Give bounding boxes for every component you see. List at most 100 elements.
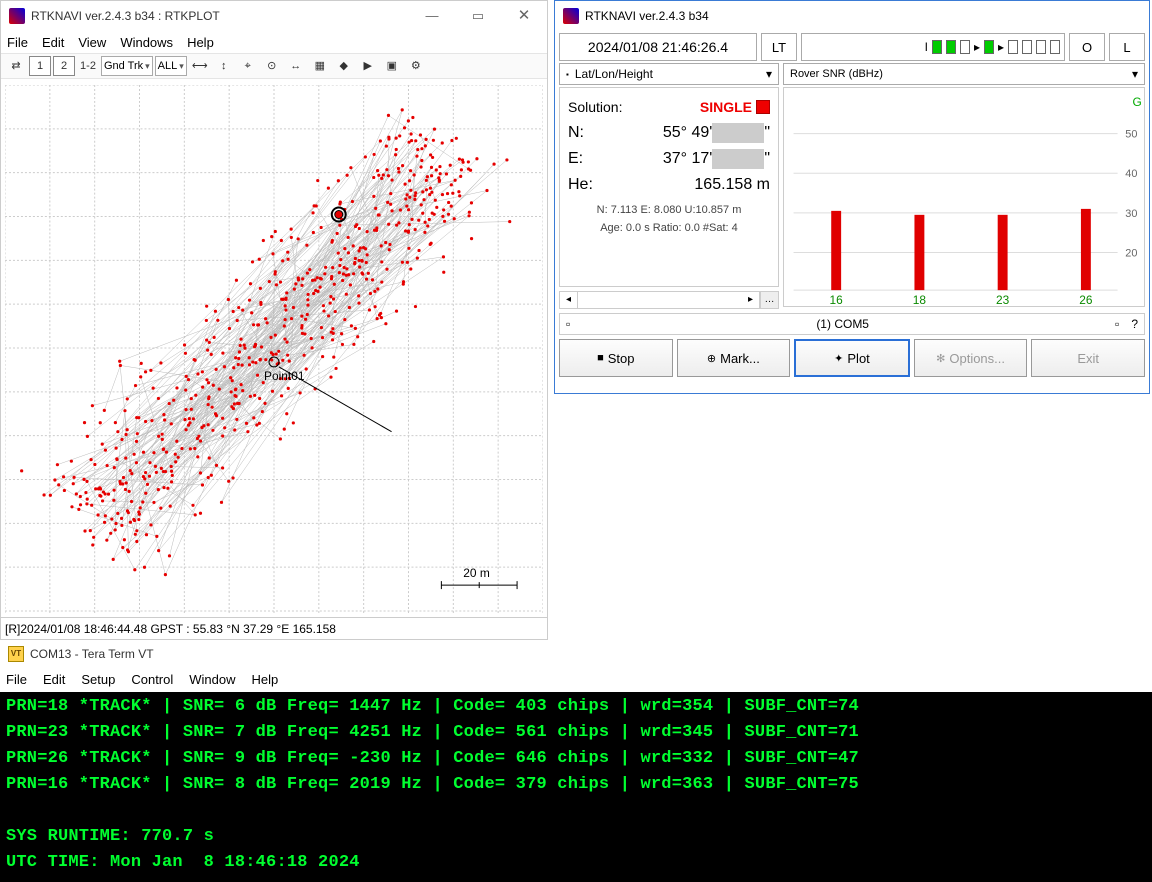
chevron-down-icon: ▾ bbox=[766, 67, 772, 81]
save-button[interactable]: … bbox=[760, 292, 778, 308]
ground-track-plot[interactable]: Point01 20 m bbox=[5, 85, 543, 613]
menu-control[interactable]: Control bbox=[131, 672, 173, 687]
menu-windows[interactable]: Windows bbox=[120, 35, 173, 50]
rtknavi-titlebar[interactable]: RTKNAVI ver.2.4.3 b34 bbox=[555, 1, 1149, 31]
rtkplot-titlebar[interactable]: RTKNAVI ver.2.4.3 b34 : RTKPLOT — ▭ ✕ bbox=[1, 1, 547, 31]
plot-icon: ✦ bbox=[834, 352, 843, 365]
anim-icon[interactable]: ▶ bbox=[357, 56, 379, 76]
connect-button[interactable]: ⇄ bbox=[5, 56, 27, 76]
menu-help[interactable]: Help bbox=[252, 672, 279, 687]
svg-text:Point01: Point01 bbox=[264, 369, 305, 383]
led-icon bbox=[984, 40, 994, 54]
rtkplot-statusbar: [R]2024/01/08 18:46:44.48 GPST : 55.83 °… bbox=[1, 617, 547, 639]
menu-file[interactable]: File bbox=[6, 672, 27, 687]
svg-text:30: 30 bbox=[1125, 208, 1137, 220]
led-icon bbox=[1036, 40, 1046, 54]
monitor-icon[interactable]: ▫ bbox=[1109, 317, 1125, 331]
menu-file[interactable]: File bbox=[7, 35, 28, 50]
snr-chart[interactable]: G 50 40 30 20 16 bbox=[783, 87, 1145, 307]
svg-text:40: 40 bbox=[1125, 168, 1137, 180]
qflag-select[interactable]: ALL▾ bbox=[155, 56, 187, 76]
fix-horiz-icon[interactable]: ↔ bbox=[285, 56, 307, 76]
stream-status[interactable]: I ▸ ▸ bbox=[801, 33, 1065, 61]
led-icon bbox=[960, 40, 970, 54]
menu-edit[interactable]: Edit bbox=[43, 672, 65, 687]
svg-text:50: 50 bbox=[1125, 129, 1137, 141]
options-icon[interactable]: ⚙ bbox=[405, 56, 427, 76]
stop-button[interactable]: ■Stop bbox=[559, 339, 673, 377]
sol12-button[interactable]: 1-2 bbox=[77, 56, 99, 76]
exit-button[interactable]: Exit bbox=[1031, 339, 1145, 377]
menu-help[interactable]: Help bbox=[187, 35, 214, 50]
app-icon bbox=[563, 8, 579, 24]
svg-text:20: 20 bbox=[1125, 247, 1137, 259]
log-button[interactable]: L bbox=[1109, 33, 1145, 61]
led-icon bbox=[1008, 40, 1018, 54]
rtkplot-menubar: File Edit View Windows Help bbox=[1, 31, 547, 53]
svg-text:26: 26 bbox=[1079, 293, 1093, 306]
point-icon[interactable]: ◆ bbox=[333, 56, 355, 76]
chevron-down-icon: ▾ bbox=[145, 61, 150, 72]
timesys-button[interactable]: LT bbox=[761, 33, 797, 61]
solution-scrollbar[interactable]: ◂ ▸ … bbox=[559, 291, 779, 309]
svg-text:23: 23 bbox=[996, 293, 1010, 306]
track-icon[interactable]: ▦ bbox=[309, 56, 331, 76]
svg-text:20 m: 20 m bbox=[463, 566, 490, 580]
rtkplot-toolbar: ⇄ 1 2 1-2 Gnd Trk▾ ALL▾ ⟷ ↕ ⌖ ⊙ ↔ ▦ ◆ ▶ … bbox=[1, 53, 547, 79]
sol1-button[interactable]: 1 bbox=[29, 56, 51, 76]
rtkplot-title: RTKNAVI ver.2.4.3 b34 : RTKPLOT bbox=[31, 1, 220, 31]
minimize-button[interactable]: — bbox=[409, 1, 455, 31]
plot-button[interactable]: ✦Plot bbox=[794, 339, 910, 377]
port-label: (1) COM5 bbox=[576, 317, 1109, 331]
terminal-output[interactable]: PRN=18 *TRACK* | SNR= 6 dB Freq= 1447 Hz… bbox=[0, 692, 1152, 882]
close-button[interactable]: ✕ bbox=[501, 1, 547, 31]
redacted-value bbox=[712, 149, 764, 169]
output-button[interactable]: O bbox=[1069, 33, 1105, 61]
help-button[interactable]: ? bbox=[1125, 317, 1144, 331]
led-icon bbox=[932, 40, 942, 54]
rtknavi-window: RTKNAVI ver.2.4.3 b34 2024/01/08 21:46:2… bbox=[554, 0, 1150, 394]
sol2-button[interactable]: 2 bbox=[53, 56, 75, 76]
expand-icon[interactable]: ▫ bbox=[560, 317, 576, 331]
gear-icon: ✻ bbox=[936, 352, 945, 365]
menu-setup[interactable]: Setup bbox=[81, 672, 115, 687]
menu-view[interactable]: View bbox=[78, 35, 106, 50]
clear-icon[interactable]: ▣ bbox=[381, 56, 403, 76]
led-icon bbox=[1050, 40, 1060, 54]
fit-vert-icon[interactable]: ↕ bbox=[213, 56, 235, 76]
scroll-right-icon[interactable]: ▸ bbox=[742, 292, 760, 308]
svg-text:16: 16 bbox=[830, 293, 844, 306]
vt-icon: VT bbox=[8, 646, 24, 662]
stop-icon: ■ bbox=[597, 352, 604, 364]
target-icon: ⊕ bbox=[707, 352, 716, 365]
solution-status: SINGLE bbox=[700, 99, 770, 115]
menu-window[interactable]: Window bbox=[189, 672, 235, 687]
sol-format-select[interactable]: ▪ Lat/Lon/Height ▾ bbox=[559, 63, 779, 85]
chevron-down-icon: ▾ bbox=[179, 61, 184, 72]
plot-type-select[interactable]: Gnd Trk▾ bbox=[101, 56, 153, 76]
status-square-icon bbox=[756, 100, 770, 114]
fix-center-icon[interactable]: ⊙ bbox=[261, 56, 283, 76]
svg-text:18: 18 bbox=[913, 293, 927, 306]
redacted-value bbox=[712, 123, 764, 143]
chevron-down-icon: ▾ bbox=[1132, 67, 1138, 81]
teraterm-title: COM13 - Tera Term VT bbox=[30, 639, 154, 669]
svg-text:G: G bbox=[1132, 95, 1141, 109]
teraterm-titlebar[interactable]: VT COM13 - Tera Term VT bbox=[0, 640, 1152, 668]
teraterm-menubar: File Edit Setup Control Window Help bbox=[0, 668, 1152, 690]
rtkplot-window: RTKNAVI ver.2.4.3 b34 : RTKPLOT — ▭ ✕ Fi… bbox=[0, 0, 548, 640]
center-icon[interactable]: ⌖ bbox=[237, 56, 259, 76]
rtknavi-statusbar: ▫ (1) COM5 ▫ ? bbox=[559, 313, 1145, 335]
rtknavi-title: RTKNAVI ver.2.4.3 b34 bbox=[585, 1, 709, 31]
options-button[interactable]: ✻Options... bbox=[914, 339, 1028, 377]
solution-panel: Solution: SINGLE N:55° 49'" E:37° 17'" H… bbox=[559, 87, 779, 287]
maximize-button[interactable]: ▭ bbox=[455, 1, 501, 31]
led-icon bbox=[946, 40, 956, 54]
teraterm-window: VT COM13 - Tera Term VT File Edit Setup … bbox=[0, 640, 1152, 882]
scroll-left-icon[interactable]: ◂ bbox=[560, 292, 578, 308]
menu-edit[interactable]: Edit bbox=[42, 35, 64, 50]
mark-button[interactable]: ⊕Mark... bbox=[677, 339, 791, 377]
time-display[interactable]: 2024/01/08 21:46:26.4 bbox=[559, 33, 757, 61]
fit-horiz-icon[interactable]: ⟷ bbox=[189, 56, 211, 76]
plot-type-select[interactable]: Rover SNR (dBHz) ▾ bbox=[783, 63, 1145, 85]
